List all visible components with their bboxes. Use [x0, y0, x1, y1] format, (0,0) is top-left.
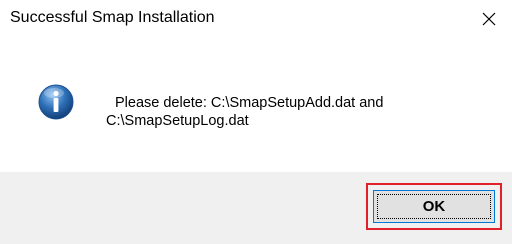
dialog-footer: OK: [0, 172, 512, 244]
info-icon: [38, 84, 74, 120]
ok-button[interactable]: OK: [373, 190, 495, 223]
close-icon: [482, 12, 496, 26]
close-button[interactable]: [466, 0, 512, 38]
dialog-content: Please delete: C:\SmapSetupAdd.dat and C…: [0, 38, 512, 172]
message-line-1: Please delete: C:\SmapSetupAdd.dat and: [115, 95, 384, 111]
message-dialog: Successful Smap Installation Please dele…: [0, 0, 512, 244]
message-line-2: C:\SmapSetupLog.dat: [106, 113, 249, 129]
ok-button-label: OK: [422, 198, 446, 215]
dialog-title: Successful Smap Installation: [10, 9, 215, 26]
message-text: Please delete: C:\SmapSetupAdd.dat and C…: [106, 94, 496, 130]
